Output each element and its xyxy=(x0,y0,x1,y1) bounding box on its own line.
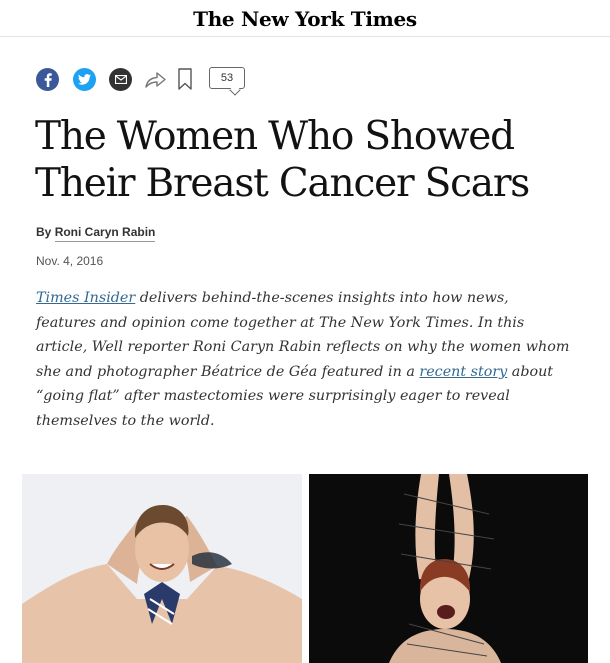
comment-icon xyxy=(229,84,241,96)
nyt-logo[interactable]: The New York Times xyxy=(0,7,610,31)
facebook-share-button[interactable] xyxy=(36,68,59,91)
photo-left[interactable] xyxy=(22,474,302,663)
masthead: The New York Times xyxy=(0,0,610,37)
bookmark-icon xyxy=(178,68,192,90)
bookmark-button[interactable] xyxy=(178,68,192,90)
byline-prefix: By xyxy=(36,225,52,239)
twitter-icon xyxy=(78,74,91,85)
facebook-icon xyxy=(44,72,52,87)
share-button[interactable] xyxy=(144,70,168,90)
twitter-share-button[interactable] xyxy=(73,68,96,91)
article-headline: The Women Who Showed Their Breast Cancer… xyxy=(35,114,530,206)
share-icon xyxy=(145,72,166,88)
email-icon xyxy=(114,75,127,84)
comment-count: 53 xyxy=(220,72,234,84)
byline: By Roni Caryn Rabin xyxy=(36,225,156,242)
recent-story-link[interactable]: recent story xyxy=(419,364,507,380)
publish-date: Nov. 4, 2016 xyxy=(36,254,104,268)
photo-right[interactable] xyxy=(309,474,588,663)
photo-right-image xyxy=(309,474,588,663)
article-intro: Times Insider delivers behind-the-scenes… xyxy=(36,286,571,434)
photo-left-image xyxy=(22,474,302,663)
times-insider-link[interactable]: Times Insider xyxy=(36,290,135,306)
author-link[interactable]: Roni Caryn Rabin xyxy=(54,225,156,242)
email-share-button[interactable] xyxy=(109,68,132,91)
comments-button[interactable]: 53 xyxy=(209,67,245,96)
